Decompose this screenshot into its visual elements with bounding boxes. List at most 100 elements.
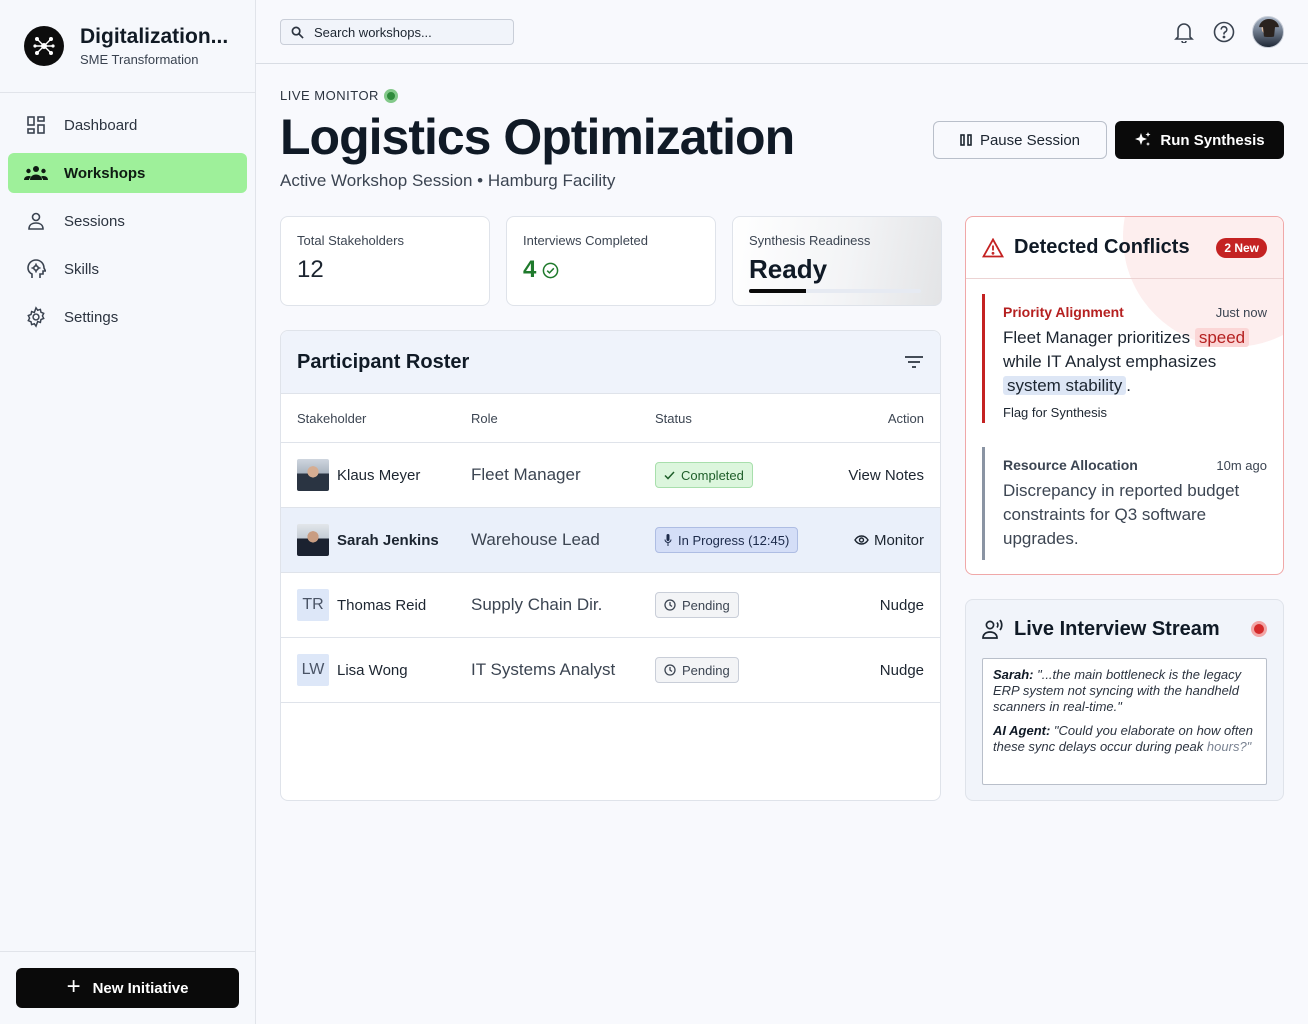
status-badge: Completed — [655, 462, 753, 488]
readiness-progress-fill — [749, 289, 806, 293]
column-header-status[interactable]: Status — [655, 411, 795, 426]
sidebar-item-skills[interactable]: Skills — [8, 249, 247, 289]
run-synthesis-button[interactable]: Run Synthesis — [1115, 121, 1284, 159]
live-interview-stream: Live Interview Stream Sarah: "...the mai… — [965, 599, 1284, 801]
conflicts-title: Detected Conflicts — [1014, 236, 1190, 258]
participant-role: Supply Chain Dir. — [471, 595, 603, 614]
conflict-category: Priority Alignment — [1003, 304, 1124, 320]
sidebar-item-dashboard[interactable]: Dashboard — [8, 105, 247, 145]
hub-logo-icon — [24, 26, 64, 66]
stat-label: Total Stakeholders — [297, 233, 404, 248]
view-notes-link[interactable]: View Notes — [795, 467, 924, 484]
bell-icon[interactable] — [1172, 20, 1196, 44]
brand-title: Digitalization... — [80, 25, 229, 48]
speaker-label: AI Agent: — [993, 723, 1051, 738]
live-monitor-label: LIVE MONITOR — [280, 88, 379, 103]
conflict-time: Just now — [1215, 305, 1267, 320]
pause-session-button[interactable]: Pause Session — [933, 121, 1107, 159]
search-icon — [291, 26, 304, 39]
live-status-dot — [383, 88, 398, 103]
stat-value: 12 — [297, 256, 324, 283]
avatar-initials: TR — [297, 589, 329, 621]
roster-title: Participant Roster — [297, 350, 470, 373]
new-initiative-label: New Initiative — [92, 979, 189, 997]
live-monitor-indicator: LIVE MONITOR — [280, 88, 398, 103]
top-bar — [256, 0, 1308, 64]
participant-role: IT Systems Analyst — [471, 660, 616, 679]
stream-title: Live Interview Stream — [1014, 617, 1220, 640]
sparkle-icon — [1134, 131, 1152, 149]
person-icon — [24, 209, 48, 233]
pause-icon — [960, 134, 972, 146]
pause-session-label: Pause Session — [979, 131, 1081, 149]
warning-icon — [982, 237, 1004, 258]
flag-for-synthesis-link[interactable]: Flag for Synthesis — [1003, 405, 1267, 420]
conflict-time: 10m ago — [1216, 458, 1267, 473]
new-initiative-button[interactable]: + New Initiative — [16, 968, 239, 1008]
conflicts-header: Detected Conflicts 2 New — [966, 217, 1283, 279]
conflict-item[interactable]: Priority Alignment Just now Fleet Manage… — [982, 294, 1283, 423]
status-label: Completed — [681, 467, 744, 483]
sidebar-item-label: Workshops — [64, 164, 146, 182]
clock-icon — [664, 599, 676, 611]
search-input[interactable] — [314, 24, 504, 40]
table-row[interactable]: LW Lisa Wong IT Systems Analyst Pending … — [281, 638, 940, 703]
page-subtitle: Active Workshop Session • Hamburg Facili… — [280, 171, 616, 190]
transcript-line: AI Agent: "Could you elaborate on how of… — [993, 723, 1256, 755]
status-label: Pending — [682, 662, 730, 678]
highlight-speed: speed — [1194, 328, 1250, 347]
sidebar-item-settings[interactable]: Settings — [8, 297, 247, 337]
table-row[interactable]: Sarah Jenkins Warehouse Lead In Progress… — [281, 508, 940, 573]
status-label: In Progress (12:45) — [678, 532, 790, 548]
avatar — [297, 524, 329, 556]
readiness-progress-bar — [749, 289, 921, 293]
stat-card-stakeholders: Total Stakeholders 12 — [280, 216, 490, 306]
clock-icon — [664, 664, 676, 676]
check-icon — [664, 470, 675, 480]
column-header-role[interactable]: Role — [471, 411, 655, 426]
roster-header: Participant Roster — [281, 331, 940, 394]
nudge-button[interactable]: Nudge — [795, 662, 924, 679]
table-row[interactable]: Klaus Meyer Fleet Manager Completed View… — [281, 443, 940, 508]
nudge-button[interactable]: Nudge — [795, 597, 924, 614]
conflict-item[interactable]: Resource Allocation 10m ago Discrepancy … — [982, 447, 1283, 560]
avatar — [297, 459, 329, 491]
sidebar-item-label: Sessions — [64, 212, 125, 230]
brand-subtitle: SME Transformation — [80, 52, 199, 67]
participant-name: Klaus Meyer — [337, 466, 421, 484]
page-title: Logistics Optimization — [280, 109, 795, 165]
sidebar-item-label: Settings — [64, 308, 119, 326]
participant-role: Fleet Manager — [471, 465, 581, 484]
column-header-stakeholder[interactable]: Stakeholder — [297, 411, 471, 426]
participant-name: Lisa Wong — [337, 661, 408, 679]
filter-icon[interactable] — [904, 355, 924, 369]
run-synthesis-label: Run Synthesis — [1160, 131, 1265, 149]
new-count-badge: 2 New — [1216, 237, 1267, 258]
help-icon[interactable] — [1212, 20, 1236, 44]
highlight-system-stability: system stability — [1003, 376, 1127, 395]
sidebar-item-label: Dashboard — [64, 116, 138, 134]
user-avatar[interactable] — [1252, 16, 1284, 48]
search-box[interactable] — [280, 19, 514, 45]
participant-name: Thomas Reid — [337, 596, 427, 614]
stat-value: 4 — [523, 256, 537, 283]
dashboard-icon — [24, 113, 48, 137]
sidebar-item-sessions[interactable]: Sessions — [8, 201, 247, 241]
top-icons — [1156, 16, 1284, 48]
monitor-label: Monitor — [873, 531, 924, 549]
voice-person-icon — [982, 618, 1006, 640]
transcript-box[interactable]: Sarah: "...the main bottleneck is the le… — [982, 658, 1267, 785]
check-circle-icon — [542, 262, 559, 279]
table-row[interactable]: TR Thomas Reid Supply Chain Dir. Pending… — [281, 573, 940, 638]
column-header-action[interactable]: Action — [795, 411, 924, 426]
stat-value-row: 4 — [523, 256, 699, 284]
conflict-text-part: Fleet Manager prioritizes — [1003, 328, 1191, 347]
status-badge: Pending — [655, 592, 739, 618]
stat-card-interviews: Interviews Completed 4 — [506, 216, 716, 306]
monitor-button[interactable]: Monitor — [795, 532, 924, 549]
participant-roster: Participant Roster Stakeholder Role Stat… — [280, 330, 941, 801]
eye-icon — [854, 535, 869, 545]
conflict-text-part: . — [1126, 376, 1131, 395]
gear-icon — [24, 305, 48, 329]
sidebar-item-workshops[interactable]: Workshops — [8, 153, 247, 193]
